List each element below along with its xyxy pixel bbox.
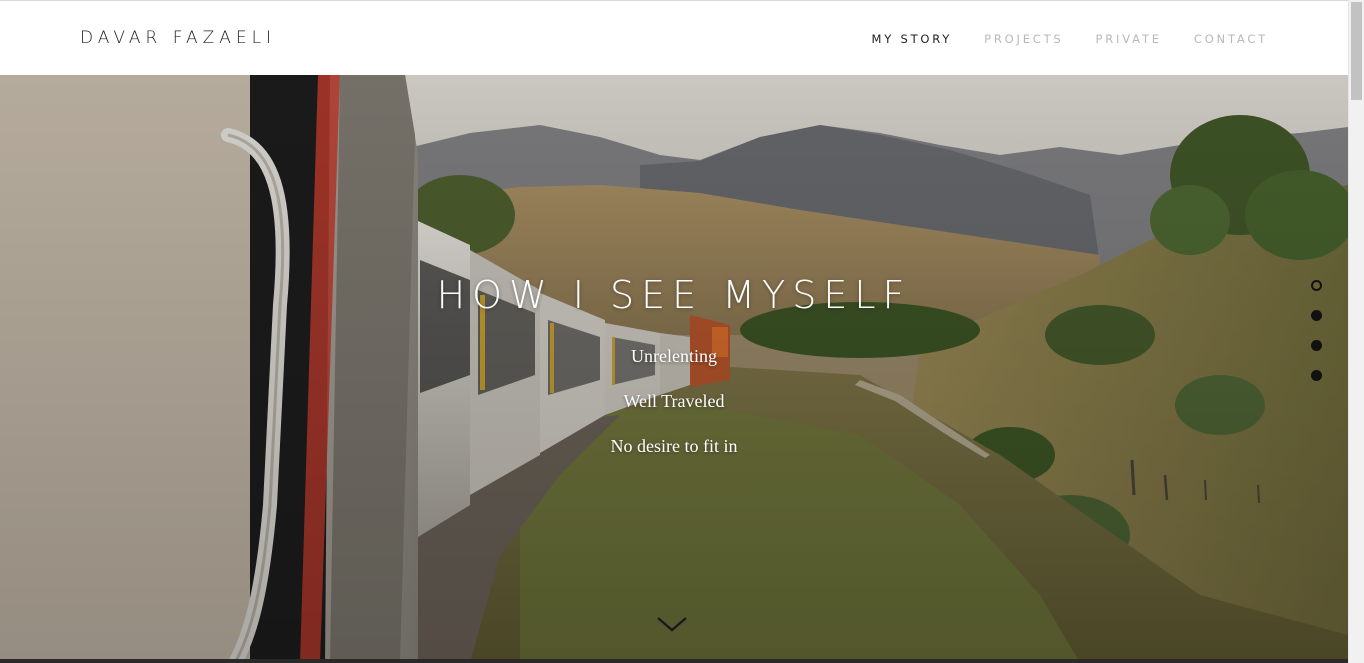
tagline-2: Well Traveled — [623, 391, 725, 411]
nav-private[interactable]: PRIVATE — [1096, 32, 1162, 46]
hero-section: HOW I SEE MYSELF Unrelenting Well Travel… — [0, 75, 1348, 663]
page: DAVAR FAZAELI MY STORY PROJECTS PRIVATE … — [0, 0, 1348, 663]
nav-projects[interactable]: PROJECTS — [984, 32, 1063, 46]
bottom-strip — [0, 659, 1348, 663]
chevron-down-icon[interactable] — [657, 613, 687, 635]
hero-title: HOW I SEE MYSELF — [436, 273, 912, 317]
section-dot-1[interactable] — [1311, 280, 1322, 291]
nav-my-story[interactable]: MY STORY — [871, 32, 952, 46]
tagline-3: No desire to fit in — [610, 436, 738, 456]
site-brand[interactable]: DAVAR FAZAELI — [80, 28, 276, 48]
hero-taglines: Unrelenting Well Traveled No desire to f… — [0, 343, 1348, 478]
section-dot-2[interactable] — [1311, 310, 1322, 321]
main-nav: MY STORY PROJECTS PRIVATE CONTACT — [871, 32, 1268, 46]
site-header: DAVAR FAZAELI MY STORY PROJECTS PRIVATE … — [0, 0, 1348, 75]
tagline-1: Unrelenting — [631, 346, 717, 366]
section-dot-nav — [1311, 280, 1323, 400]
nav-contact[interactable]: CONTACT — [1194, 32, 1268, 46]
section-dot-4[interactable] — [1311, 370, 1322, 381]
section-dot-3[interactable] — [1311, 340, 1322, 351]
scrollbar-thumb[interactable] — [1351, 2, 1362, 100]
page-scrollbar[interactable] — [1348, 0, 1364, 663]
